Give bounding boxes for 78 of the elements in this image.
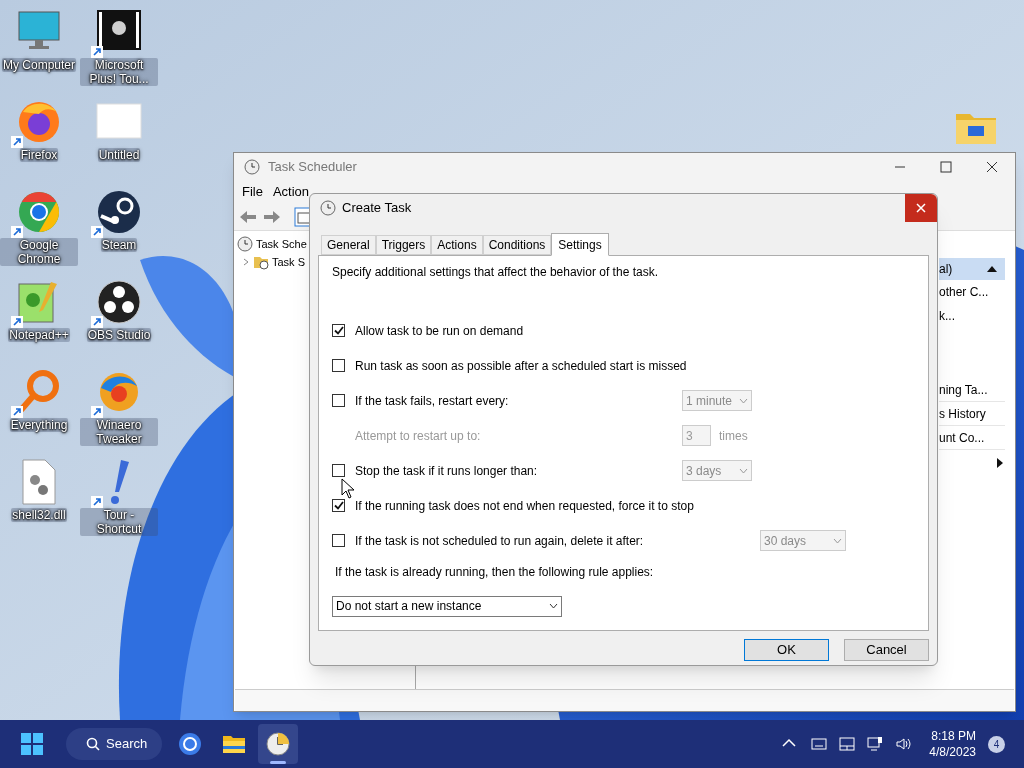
checkbox[interactable]: [332, 359, 345, 372]
field-label: Attempt to restart up to:: [355, 427, 481, 445]
actions-pane-item[interactable]: other C...: [939, 280, 1005, 304]
actions-header[interactable]: al): [939, 258, 1005, 280]
checkbox-label: Stop the task if it runs longer than:: [355, 462, 538, 480]
tree-item[interactable]: Task S: [272, 253, 305, 271]
speaker-icon[interactable]: [895, 736, 912, 752]
tree-item[interactable]: Task Sche: [256, 235, 307, 253]
checkbox[interactable]: [332, 394, 345, 407]
window-title: Task Scheduler: [268, 158, 358, 177]
tab[interactable]: General: [321, 235, 376, 255]
windows-logo-icon[interactable]: [20, 732, 44, 756]
checkmark-icon: [333, 326, 344, 335]
tab[interactable]: Settings: [551, 233, 609, 256]
dropdown-value: Do not start a new instance: [336, 598, 482, 615]
icon-label: Winaero Tweaker: [80, 418, 158, 446]
checkbox[interactable]: [332, 464, 345, 477]
keyboard-icon[interactable]: [811, 736, 828, 752]
chevron-down-icon: [549, 603, 558, 609]
checkmark-icon: [333, 501, 344, 510]
chevron-down-icon: [739, 467, 748, 474]
menu-item[interactable]: File: [242, 182, 263, 202]
dropdown[interactable]: Do not start a new instance: [332, 595, 562, 617]
clock-time[interactable]: 8:18 PM: [931, 728, 976, 744]
collapse-up-icon[interactable]: [987, 266, 997, 272]
dialog-button[interactable]: OK: [744, 639, 829, 661]
dialog-title: Create Task: [342, 199, 413, 218]
chevron-down-icon: [739, 397, 748, 404]
clock-icon: [237, 236, 253, 252]
checkbox-label: Allow task to be run on demand: [355, 322, 524, 340]
search-button[interactable]: Search: [66, 728, 162, 760]
clock-icon: [244, 159, 260, 175]
checkbox-label: If the task fails, restart every:: [355, 392, 509, 410]
search-icon: [86, 737, 100, 751]
clock-icon: [266, 732, 290, 756]
actions-pane-item[interactable]: k...: [939, 304, 1005, 328]
tab[interactable]: Triggers: [375, 235, 432, 255]
search-label: Search: [106, 735, 148, 754]
checkbox[interactable]: [332, 324, 345, 337]
close-icon: [916, 203, 926, 213]
tab[interactable]: Actions: [431, 235, 483, 255]
actions-header-text: al): [939, 261, 953, 278]
icon-label: Google Chrome: [0, 238, 78, 266]
dialog-button[interactable]: Cancel: [844, 639, 929, 661]
intro-text: Specify additional settings that affect the behavior of the task.: [332, 264, 659, 281]
notification-badge[interactable]: 4: [988, 735, 1005, 753]
close-button[interactable]: [905, 194, 937, 222]
checkbox-label: If the running task does not end when requested, force it to stop: [355, 497, 694, 515]
steam-icon[interactable]: [95, 188, 143, 236]
back-icon[interactable]: [238, 208, 258, 225]
tab[interactable]: Conditions: [482, 235, 552, 255]
chevron-right-icon[interactable]: [242, 258, 250, 266]
icon-label: Microsoft Plus! Tou...: [80, 58, 158, 86]
checkbox-label: Run task as soon as possible after a scheduled start is missed: [355, 357, 687, 375]
unit-label: times: [719, 427, 748, 445]
chevron-down-icon: [833, 537, 842, 544]
checkbox[interactable]: [332, 534, 345, 547]
dropdown-value: 1 minute: [686, 392, 733, 410]
actions-pane-item[interactable]: ning Ta...: [939, 378, 1005, 402]
clock-date[interactable]: 4/8/2023: [929, 744, 976, 760]
actions-pane-item[interactable]: s History: [939, 402, 1005, 426]
dropdown-value: 3 days: [686, 462, 722, 480]
forward-icon[interactable]: [262, 208, 282, 225]
rule-label: If the task is already running, then the following rule applies:: [335, 564, 654, 581]
checkbox[interactable]: [332, 499, 345, 512]
obs-icon[interactable]: [95, 278, 143, 326]
clock-icon: [320, 200, 336, 216]
menu-item[interactable]: Action: [272, 182, 310, 202]
touchpad-icon[interactable]: [839, 736, 856, 752]
taskbar-app[interactable]: [258, 724, 298, 764]
actions-pane-item[interactable]: unt Co...: [939, 426, 1005, 450]
folder-clock-icon: [253, 254, 269, 270]
checkbox-label: If the task is not scheduled to run again, delete it after:: [355, 532, 644, 550]
dropdown-value: 30 days: [764, 532, 807, 550]
submenu-arrow-icon[interactable]: [997, 458, 1003, 468]
icon-label: Tour - Shortcut: [80, 508, 158, 536]
browser-icon: [178, 732, 202, 756]
network-icon[interactable]: [867, 736, 884, 752]
